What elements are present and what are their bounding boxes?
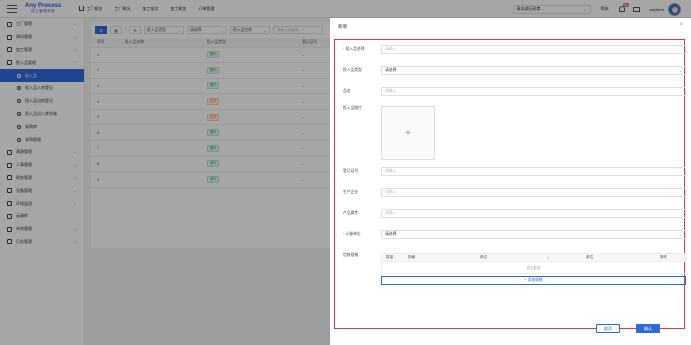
column-header: /	[548, 255, 549, 260]
image-row: 投入品图片	[343, 106, 381, 111]
add-form: *投入品名称 请输入 投入品类型 请选择 ⌄ 品名 请输入 投入品图片 + 登记证…	[334, 39, 686, 329]
image-label: 投入品图片	[343, 106, 362, 110]
maker-input[interactable]: 请输入	[381, 188, 686, 197]
column-header: 单位	[586, 255, 594, 259]
reg-label: 登记证号	[343, 169, 359, 173]
type-select-value: 请选择	[385, 68, 397, 72]
unit-select-value: 请选择	[385, 232, 397, 236]
drawer-title: 新增	[338, 24, 347, 29]
attr-input[interactable]: 请输入	[381, 209, 686, 218]
attr-label: 产品属性	[343, 211, 359, 215]
column-header: 规格	[408, 255, 416, 259]
cancel-button[interactable]: 取消	[596, 324, 620, 333]
maker-row: 生产企业 请输入	[343, 188, 686, 197]
name-input[interactable]: 请输入	[381, 45, 686, 54]
unit-row: *计量单位 请选择 ⌄	[343, 230, 686, 239]
column-header: 单位	[480, 255, 488, 259]
close-icon[interactable]: ×	[679, 22, 683, 28]
plus-icon: +	[405, 127, 411, 139]
reg-row: 登记证号 请输入	[343, 167, 686, 176]
pack-row: 包装规格	[343, 253, 381, 258]
column-header: 数量	[386, 255, 394, 259]
empty-state: 暂无数据	[381, 262, 686, 274]
pack-table: 数量 规格 单位 / 单位 操作 暂无数据 + 添加规格	[381, 253, 686, 285]
chevron-down-icon: ⌄	[678, 232, 682, 237]
image-upload-button[interactable]: +	[381, 106, 435, 160]
maker-label: 生产企业	[343, 190, 359, 194]
column-header: 操作	[660, 255, 668, 259]
chevron-down-icon: ⌄	[678, 68, 682, 73]
type-label: 投入品类型	[343, 68, 362, 72]
attr-row: 产品属性 请输入	[343, 209, 686, 218]
unit-select[interactable]: 请选择 ⌄	[381, 230, 686, 239]
brand-input[interactable]: 请输入	[381, 87, 686, 96]
brand-row: 品名 请输入	[343, 87, 686, 96]
name-label: *投入品名称	[343, 47, 365, 51]
type-row: 投入品类型 请选择 ⌄	[343, 66, 686, 75]
brand-label: 品名	[343, 89, 351, 93]
type-select[interactable]: 请选择 ⌄	[381, 66, 686, 75]
reg-input[interactable]: 请输入	[381, 167, 686, 176]
add-drawer: 新增 × *投入品名称 请输入 投入品类型 请选择 ⌄ 品名 请输入 投入品图片 …	[330, 18, 691, 345]
confirm-button[interactable]: 确认	[636, 324, 660, 333]
name-row: *投入品名称 请输入	[343, 45, 686, 54]
add-spec-button[interactable]: + 添加规格	[381, 276, 686, 285]
pack-label: 包装规格	[343, 253, 359, 257]
unit-label: *计量单位	[343, 232, 361, 236]
pack-table-header: 数量 规格 单位 / 单位 操作	[381, 253, 686, 262]
